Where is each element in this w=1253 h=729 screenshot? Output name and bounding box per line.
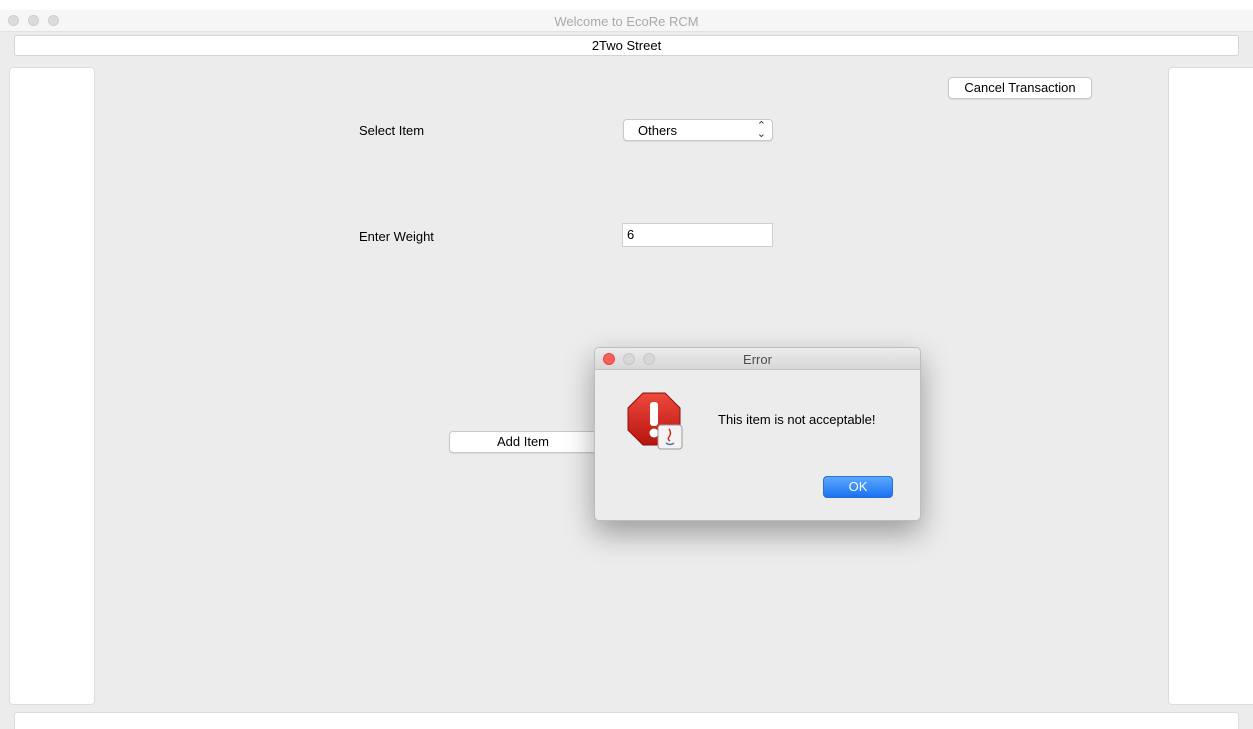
cancel-transaction-button[interactable]: Cancel Transaction	[948, 77, 1092, 99]
title-bar: Welcome to EcoRe RCM	[0, 10, 1253, 32]
select-item-label: Select Item	[359, 123, 425, 138]
error-message: This item is not acceptable!	[718, 412, 876, 427]
left-panel	[9, 67, 95, 705]
ok-button[interactable]: OK	[823, 476, 893, 498]
error-stop-icon	[627, 392, 683, 450]
dialog-title-bar: Error	[595, 348, 920, 370]
main-window: Welcome to EcoRe RCM 2Two Street Cancel …	[0, 10, 1253, 729]
up-down-chevron-icon: ⌃ ⌄	[756, 120, 766, 140]
weight-input[interactable]: 6	[622, 223, 773, 247]
right-panel	[1168, 67, 1253, 705]
bottom-bar	[14, 712, 1239, 729]
add-item-button[interactable]: Add Item	[449, 431, 597, 453]
window-title: Welcome to EcoRe RCM	[554, 14, 699, 29]
dialog-title: Error	[743, 352, 772, 367]
enter-weight-label: Enter Weight	[359, 229, 434, 244]
item-select-value: Others	[638, 123, 678, 138]
java-badge-icon	[657, 424, 683, 450]
street-label: 2Two Street	[14, 35, 1239, 56]
item-select[interactable]: Others ⌃ ⌄	[623, 119, 773, 141]
error-dialog: Error This item is not acceptable! OK	[594, 347, 921, 521]
